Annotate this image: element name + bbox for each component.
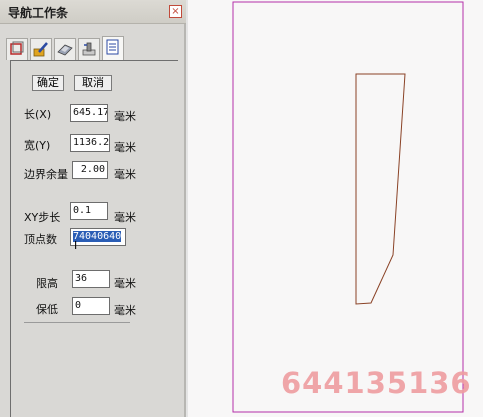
toolpath-icon	[57, 44, 73, 56]
text-cursor-icon: I	[74, 239, 78, 252]
margin-label: 边界余量	[24, 168, 68, 181]
separator	[24, 322, 130, 323]
length-input[interactable]: 645.17	[70, 104, 108, 122]
xy-step-input[interactable]: 0.1	[70, 202, 108, 220]
xy-step-label: XY步长	[24, 211, 61, 224]
margin-unit: 毫米	[114, 168, 136, 181]
width-input[interactable]: 1136.27	[70, 134, 110, 152]
cancel-button[interactable]: 取消	[74, 75, 112, 91]
pencil-edit-icon	[33, 42, 48, 57]
tab-edit[interactable]	[30, 38, 52, 60]
lower-limit-unit: 毫米	[114, 304, 136, 317]
watermark-text: 644135136	[281, 366, 472, 400]
document-icon	[106, 39, 119, 55]
part-outline	[355, 73, 406, 305]
tool-settings-icon	[82, 42, 96, 56]
navigation-panel: 导航工作条 × 确定 取消 长(X) 645.17 毫米 宽(Y) 1136.2…	[0, 0, 186, 417]
layers-icon	[10, 41, 24, 55]
lower-limit-input[interactable]: 0	[72, 297, 110, 315]
ok-button[interactable]: 确定	[32, 75, 64, 91]
upper-limit-input[interactable]: 36	[72, 270, 110, 288]
panel-title-bar[interactable]: 导航工作条 ×	[0, 0, 186, 24]
vertex-count-label: 顶点数	[24, 233, 57, 246]
lower-limit-label: 保低	[36, 303, 58, 316]
width-unit: 毫米	[114, 141, 136, 154]
tab-document[interactable]	[102, 36, 124, 60]
margin-input[interactable]: 2.00	[72, 161, 108, 179]
tab-toolpath[interactable]	[54, 38, 76, 60]
xy-step-unit: 毫米	[114, 211, 136, 224]
drawing-canvas[interactable]	[188, 0, 483, 417]
width-label: 宽(Y)	[24, 139, 51, 152]
tab-tool-settings[interactable]	[78, 38, 100, 60]
upper-limit-unit: 毫米	[114, 277, 136, 290]
upper-limit-label: 限高	[36, 277, 58, 290]
canvas-drawing	[232, 1, 464, 413]
tab-layers[interactable]	[6, 38, 28, 60]
tab-strip	[6, 36, 180, 62]
length-label: 长(X)	[24, 108, 52, 121]
vertex-count-input[interactable]: 74040640	[70, 228, 126, 246]
length-unit: 毫米	[114, 110, 136, 123]
panel-title: 导航工作条	[8, 6, 69, 20]
vertex-count-value: 74040640	[73, 231, 122, 242]
close-icon[interactable]: ×	[169, 5, 182, 18]
material-boundary-frame	[232, 1, 464, 413]
